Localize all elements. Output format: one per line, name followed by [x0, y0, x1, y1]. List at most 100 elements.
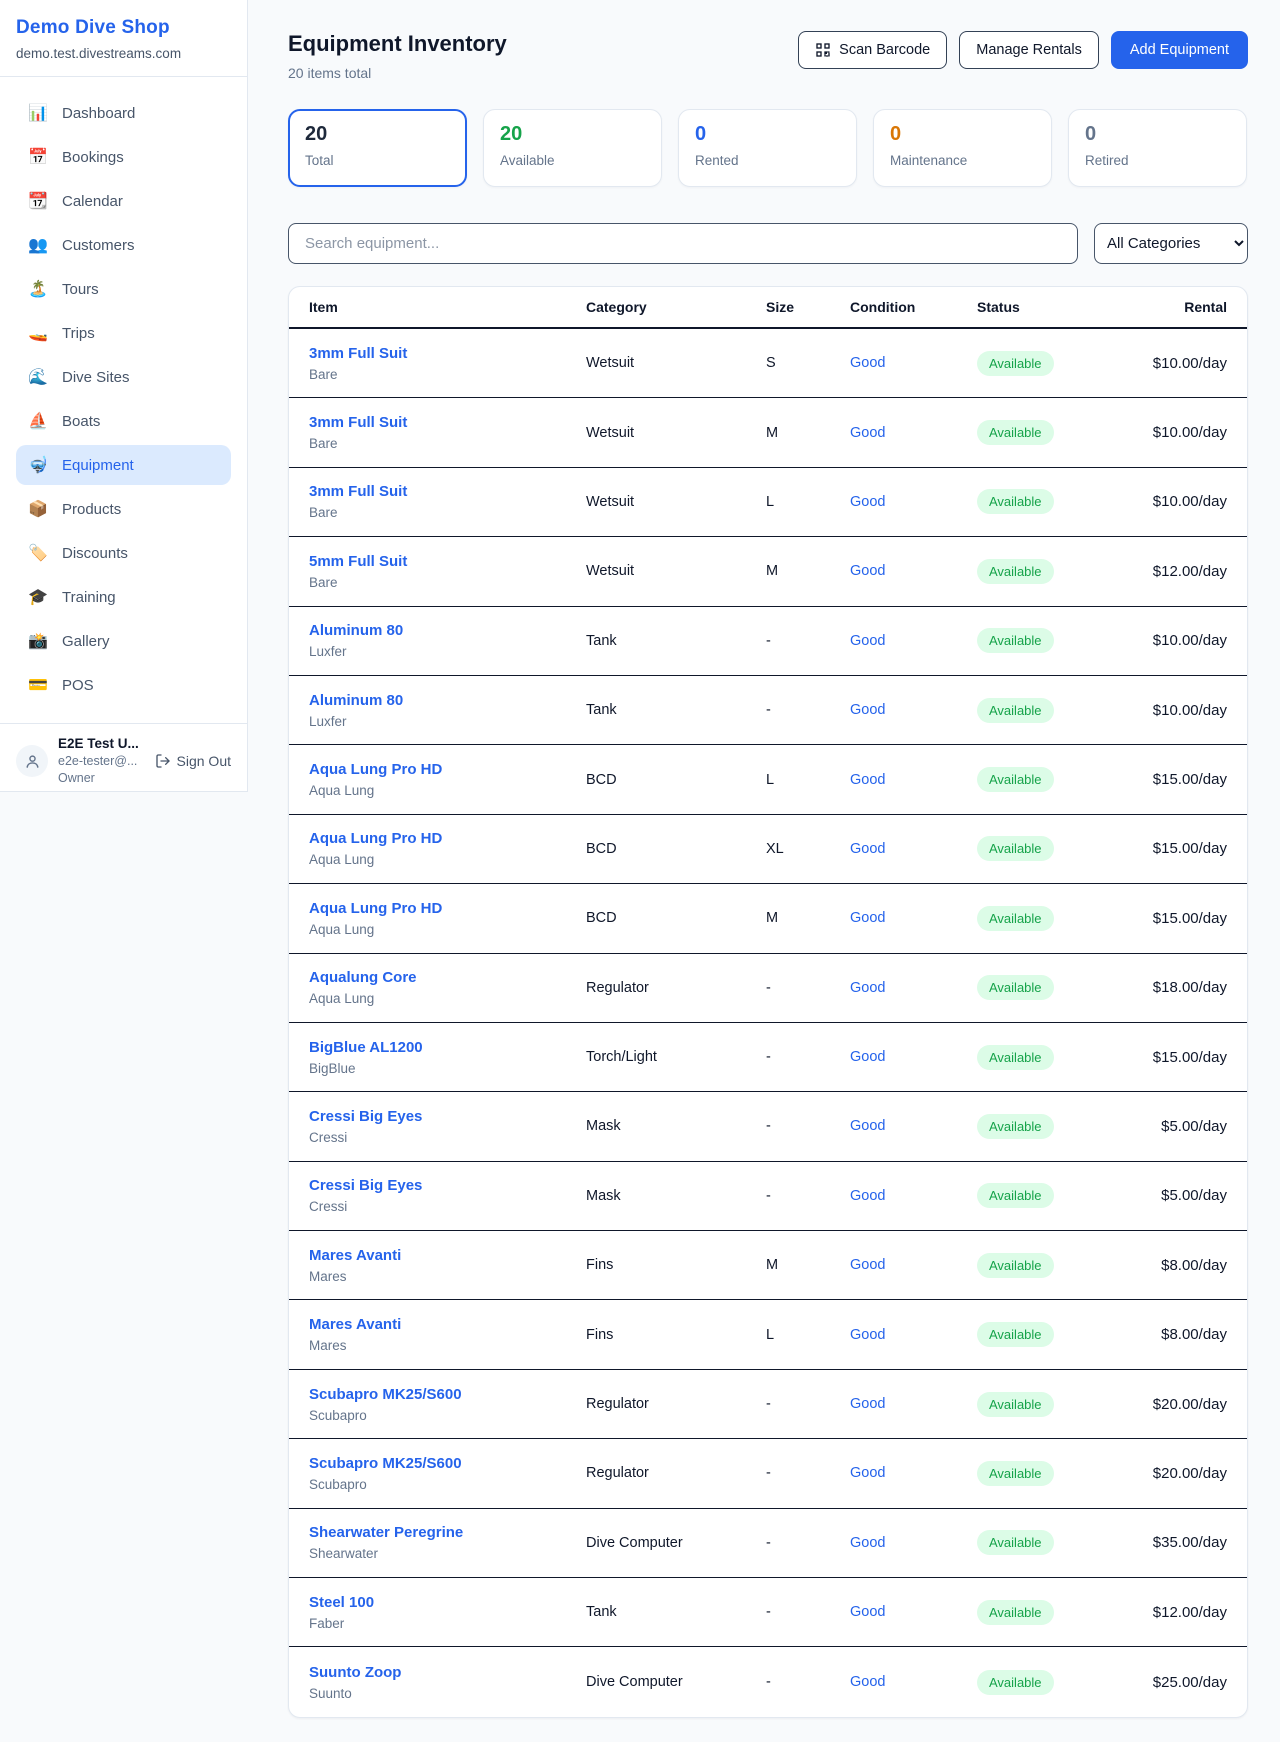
sidebar-item-discounts[interactable]: 🏷️Discounts — [16, 533, 231, 573]
item-name-link[interactable]: 3mm Full Suit — [309, 345, 407, 362]
sidebar-item-products[interactable]: 📦Products — [16, 489, 231, 529]
scan-barcode-button[interactable]: Scan Barcode — [798, 31, 947, 69]
condition-link[interactable]: Good — [850, 1396, 885, 1412]
status-cell: Available — [977, 1322, 1137, 1347]
item-category: Wetsuit — [586, 425, 766, 441]
condition-link[interactable]: Good — [850, 633, 885, 649]
user-name: E2E Test U... — [58, 736, 139, 753]
item-name-link[interactable]: Aqua Lung Pro HD — [309, 900, 442, 917]
search-input[interactable] — [288, 223, 1078, 264]
item-cell: Aqua Lung Pro HDAqua Lung — [309, 900, 586, 937]
condition-link[interactable]: Good — [850, 1188, 885, 1204]
stat-card-maintenance[interactable]: 0Maintenance — [873, 109, 1052, 187]
item-brand: Scubapro — [309, 1477, 586, 1492]
item-name-link[interactable]: Scubapro MK25/S600 — [309, 1455, 462, 1472]
status-cell: Available — [977, 1253, 1137, 1278]
condition-cell: Good — [850, 632, 977, 650]
item-category: Regulator — [586, 1396, 766, 1412]
sidebar-item-training[interactable]: 🎓Training — [16, 577, 231, 617]
sidebar-item-pos[interactable]: 💳POS — [16, 665, 231, 705]
sidebar-item-trips[interactable]: 🚤Trips — [16, 313, 231, 353]
sidebar-item-dashboard[interactable]: 📊Dashboard — [16, 93, 231, 133]
item-cell: 3mm Full SuitBare — [309, 483, 586, 520]
condition-cell: Good — [850, 1256, 977, 1274]
item-brand: Bare — [309, 436, 586, 451]
table-row: Aqua Lung Pro HDAqua LungBCDMGoodAvailab… — [289, 884, 1247, 953]
item-name-link[interactable]: Mares Avanti — [309, 1316, 401, 1333]
item-name-link[interactable]: 5mm Full Suit — [309, 553, 407, 570]
item-name-link[interactable]: Aqualung Core — [309, 969, 417, 986]
sidebar-item-equipment[interactable]: 🤿Equipment — [16, 445, 231, 485]
item-category: BCD — [586, 772, 766, 788]
stat-value: 20 — [305, 123, 450, 146]
condition-link[interactable]: Good — [850, 1604, 885, 1620]
item-name-link[interactable]: Steel 100 — [309, 1594, 374, 1611]
stats-row: 20Total20Available0Rented0Maintenance0Re… — [288, 109, 1248, 187]
sidebar-item-gallery[interactable]: 📸Gallery — [16, 621, 231, 661]
item-cell: 3mm Full SuitBare — [309, 345, 586, 382]
status-cell: Available — [977, 351, 1137, 376]
table-row: 3mm Full SuitBareWetsuitLGoodAvailable$1… — [289, 468, 1247, 537]
condition-cell: Good — [850, 1117, 977, 1135]
item-name-link[interactable]: BigBlue AL1200 — [309, 1039, 423, 1056]
customers-icon: 👥 — [28, 235, 48, 255]
item-name-link[interactable]: Aluminum 80 — [309, 622, 403, 639]
item-name-link[interactable]: Aluminum 80 — [309, 692, 403, 709]
stat-label: Rented — [695, 153, 840, 168]
item-rental-rate: $15.00/day — [1137, 910, 1227, 927]
item-name-link[interactable]: Aqua Lung Pro HD — [309, 761, 442, 778]
item-name-link[interactable]: Mares Avanti — [309, 1247, 401, 1264]
condition-link[interactable]: Good — [850, 494, 885, 510]
condition-link[interactable]: Good — [850, 841, 885, 857]
category-filter-select[interactable]: All Categories — [1094, 223, 1248, 264]
condition-link[interactable]: Good — [850, 702, 885, 718]
condition-link[interactable]: Good — [850, 910, 885, 926]
condition-link[interactable]: Good — [850, 1049, 885, 1065]
calendar-icon: 📆 — [28, 191, 48, 211]
item-name-link[interactable]: Cressi Big Eyes — [309, 1108, 422, 1125]
sidebar-item-dive-sites[interactable]: 🌊Dive Sites — [16, 357, 231, 397]
shop-name: Demo Dive Shop — [16, 17, 231, 39]
table-row: Mares AvantiMaresFinsMGoodAvailable$8.00… — [289, 1231, 1247, 1300]
sidebar-item-tours[interactable]: 🏝️Tours — [16, 269, 231, 309]
item-name-link[interactable]: 3mm Full Suit — [309, 414, 407, 431]
condition-link[interactable]: Good — [850, 1118, 885, 1134]
item-cell: Steel 100Faber — [309, 1594, 586, 1631]
condition-link[interactable]: Good — [850, 980, 885, 996]
status-badge: Available — [977, 906, 1054, 931]
condition-link[interactable]: Good — [850, 1327, 885, 1343]
item-name-link[interactable]: Scubapro MK25/S600 — [309, 1386, 462, 1403]
condition-link[interactable]: Good — [850, 1257, 885, 1273]
item-name-link[interactable]: Suunto Zoop — [309, 1664, 401, 1681]
sidebar-item-calendar[interactable]: 📆Calendar — [16, 181, 231, 221]
sidebar-item-customers[interactable]: 👥Customers — [16, 225, 231, 265]
stat-card-available[interactable]: 20Available — [483, 109, 662, 187]
sidebar-item-bookings[interactable]: 📅Bookings — [16, 137, 231, 177]
table-row: Suunto ZoopSuuntoDive Computer-GoodAvail… — [289, 1647, 1247, 1716]
sidebar-item-boats[interactable]: ⛵Boats — [16, 401, 231, 441]
item-name-link[interactable]: Aqua Lung Pro HD — [309, 830, 442, 847]
item-name-link[interactable]: 3mm Full Suit — [309, 483, 407, 500]
sidebar-item-label: Equipment — [62, 457, 134, 474]
condition-link[interactable]: Good — [850, 563, 885, 579]
sign-out-button[interactable]: Sign Out — [155, 753, 231, 769]
manage-rentals-button[interactable]: Manage Rentals — [959, 31, 1099, 69]
item-name-link[interactable]: Cressi Big Eyes — [309, 1177, 422, 1194]
table-row: Aqualung CoreAqua LungRegulator-GoodAvai… — [289, 954, 1247, 1023]
condition-link[interactable]: Good — [850, 772, 885, 788]
stat-value: 0 — [1085, 123, 1230, 146]
condition-link[interactable]: Good — [850, 1465, 885, 1481]
condition-link[interactable]: Good — [850, 355, 885, 371]
item-cell: Cressi Big EyesCressi — [309, 1177, 586, 1214]
stat-card-retired[interactable]: 0Retired — [1068, 109, 1247, 187]
condition-link[interactable]: Good — [850, 425, 885, 441]
status-cell: Available — [977, 559, 1137, 584]
item-name-link[interactable]: Shearwater Peregrine — [309, 1524, 463, 1541]
condition-link[interactable]: Good — [850, 1535, 885, 1551]
stat-card-total[interactable]: 20Total — [288, 109, 467, 187]
status-badge: Available — [977, 1045, 1054, 1070]
stat-card-rented[interactable]: 0Rented — [678, 109, 857, 187]
condition-link[interactable]: Good — [850, 1674, 885, 1690]
item-cell: Scubapro MK25/S600 Scubapro — [309, 1455, 586, 1492]
add-equipment-button[interactable]: Add Equipment — [1111, 31, 1248, 69]
